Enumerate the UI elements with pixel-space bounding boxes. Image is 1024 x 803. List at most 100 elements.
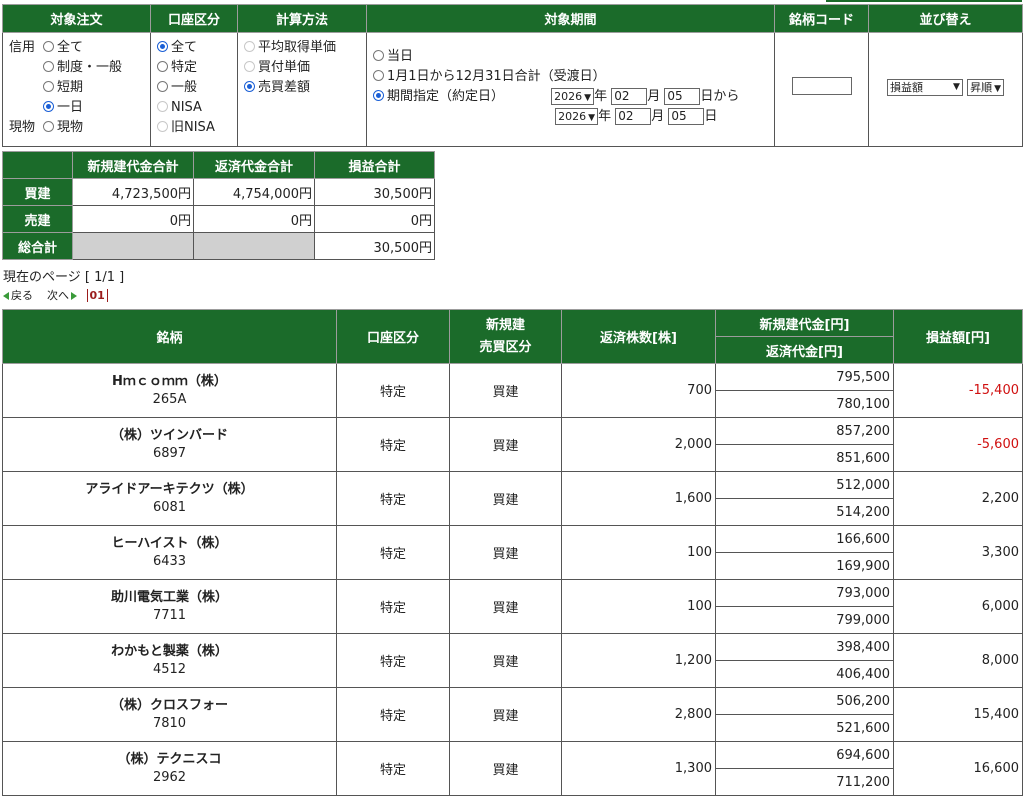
stock-cell: わかもと製薬（株） 4512 <box>2 633 337 688</box>
header-stock-code: 銘柄コード <box>774 4 869 33</box>
stock-code-input[interactable] <box>791 77 852 95</box>
table-row: Hｍｃｏｍｍ（株） 265A 特定 買建 700 795,500 -15,400 <box>2 363 1023 418</box>
close-amount-cell: 169,900 <box>715 552 894 580</box>
qty-cell: 1,300 <box>561 741 716 796</box>
radio-label: 全て <box>57 40 84 55</box>
stock-code: 4512 <box>152 661 187 677</box>
back-arrow-icon[interactable] <box>3 292 9 300</box>
year-unit: 年 <box>594 89 608 104</box>
sort-order-value: 昇順 <box>970 81 993 94</box>
stock-code: 7711 <box>152 607 187 623</box>
results-table: 銘柄 口座区分 新規建 売買区分 返済株数[株] 新規建代金[円] 損益額[円]… <box>2 309 1023 796</box>
radio-icon[interactable] <box>373 50 384 61</box>
account-cell: 特定 <box>336 417 450 472</box>
trade-type-cell: 買建 <box>449 741 562 796</box>
radio-label: 買付単価 <box>258 60 311 75</box>
radio-selected-icon[interactable] <box>157 41 168 52</box>
stock-name: わかもと製薬（株） <box>111 643 228 659</box>
close-amount-cell: 406,400 <box>715 660 894 688</box>
from-year-select[interactable]: 2026 ▼ <box>551 88 595 105</box>
qty-cell: 100 <box>561 525 716 580</box>
qty-cell: 100 <box>561 579 716 634</box>
stock-name: ヒーハイスト（株） <box>111 535 228 551</box>
stock-cell: 助川電気工業（株） 7711 <box>2 579 337 634</box>
genbutsu-label: 現物 <box>9 120 36 135</box>
radio-icon[interactable] <box>43 41 54 52</box>
header-order-target: 対象注文 <box>2 4 151 33</box>
from-suffix: 日から <box>700 89 740 104</box>
qty-cell: 2,800 <box>561 687 716 742</box>
radio-label: 一日 <box>57 100 84 115</box>
radio-icon[interactable] <box>43 121 54 132</box>
table-row: アライドアーキテクツ（株） 6081 特定 買建 1,600 512,000 2,200 <box>2 471 1023 526</box>
sort-order-select[interactable]: 昇順 ▼ <box>967 79 1005 96</box>
stock-cell: （株）テクニスコ 2962 <box>2 741 337 796</box>
open-amount-cell: 694,600 <box>715 741 894 769</box>
radio-selected-icon[interactable] <box>43 101 54 112</box>
results-body: Hｍｃｏｍｍ（株） 265A 特定 買建 700 795,500 -15,400 780,10… <box>2 363 1023 796</box>
radio-label: 全て <box>171 40 198 55</box>
radio-icon[interactable] <box>373 70 384 81</box>
stock-name: Hｍｃｏｍｍ（株） <box>112 373 227 389</box>
close-amount-cell: 514,200 <box>715 498 894 526</box>
close-amount-cell: 851,600 <box>715 444 894 472</box>
radio-label: 当日 <box>387 49 414 64</box>
to-year-select[interactable]: 2026 ▼ <box>555 108 599 125</box>
stock-cell: アライドアーキテクツ（株） 6081 <box>2 471 337 526</box>
stock-code: 6433 <box>152 553 187 569</box>
next-arrow-icon[interactable] <box>71 292 77 300</box>
radio-icon[interactable] <box>43 81 54 92</box>
stock-cell: Hｍｃｏｍｍ（株） 265A <box>2 363 337 418</box>
pl-cell: 16,600 <box>893 741 1023 796</box>
col-header-pl: 損益額[円] <box>893 309 1023 364</box>
col-header-open-amount: 新規建代金[円] <box>715 309 894 337</box>
stock-code: 6081 <box>152 499 187 515</box>
stock-name: （株）クロスフォー <box>110 697 228 713</box>
to-day-input[interactable]: 05 <box>668 108 705 125</box>
stock-cell: ヒーハイスト（株） 6433 <box>2 525 337 580</box>
to-month-input[interactable]: 02 <box>615 108 652 125</box>
radio-label: 平均取得単価 <box>258 40 337 55</box>
radio-label: 期間指定（約定日） <box>387 89 505 104</box>
table-row: （株）テクニスコ 2962 特定 買建 1,300 694,600 16,600 <box>2 741 1023 796</box>
pl-cell: -15,400 <box>893 363 1023 418</box>
col-header-close-amount: 返済代金[円] <box>715 336 894 364</box>
radio-icon[interactable] <box>43 61 54 72</box>
pl-cell: 3,300 <box>893 525 1023 580</box>
radio-label: 1月1日から12月31日合計（受渡日） <box>387 69 606 84</box>
radio-label: 短期 <box>57 80 84 95</box>
radio-label: 制度・一般 <box>57 60 123 75</box>
order-target-cell: 信用 全て 制度・一般 短期 一日 現物 現物 <box>2 32 151 147</box>
page-number-link[interactable]: 01 <box>86 289 108 302</box>
open-amount-cell: 793,000 <box>715 579 894 607</box>
col-header-trade-type: 新規建 売買区分 <box>449 309 562 364</box>
calc-method-cell: 平均取得単価 買付単価 売買差額 <box>237 32 367 147</box>
back-link[interactable]: 戻る <box>11 289 33 302</box>
sort-field-select[interactable]: 損益額 ▼ <box>886 79 963 96</box>
chevron-down-icon: ▼ <box>588 113 596 123</box>
radio-icon[interactable] <box>157 61 168 72</box>
radio-selected-icon[interactable] <box>244 81 255 92</box>
chevron-down-icon: ▼ <box>953 82 960 92</box>
chevron-down-icon: ▼ <box>994 84 1002 94</box>
open-amount-cell: 795,500 <box>715 363 894 391</box>
to-suffix: 日 <box>704 109 718 124</box>
radio-label: 旧NISA <box>171 120 215 135</box>
stock-code: 265A <box>152 391 187 407</box>
qty-cell: 1,600 <box>561 471 716 526</box>
qty-cell: 2,000 <box>561 417 716 472</box>
qty-cell: 700 <box>561 363 716 418</box>
from-day-input[interactable]: 05 <box>664 88 701 105</box>
table-row: 助川電気工業（株） 7711 特定 買建 100 793,000 6,000 <box>2 579 1023 634</box>
radio-selected-icon[interactable] <box>373 90 384 101</box>
next-link[interactable]: 次へ <box>47 289 69 302</box>
pl-cell: 6,000 <box>893 579 1023 634</box>
to-year-value: 2026 <box>558 110 587 123</box>
from-month-input[interactable]: 02 <box>611 88 648 105</box>
summary-table: 新規建代金合計 返済代金合計 損益合計 買建 4,723,500円 4,754,… <box>2 151 435 260</box>
summary-pl-value: 0円 <box>314 205 435 233</box>
pl-cell: 8,000 <box>893 633 1023 688</box>
summary-open-value <box>72 232 194 260</box>
account-cell: 特定 <box>336 525 450 580</box>
radio-icon[interactable] <box>157 81 168 92</box>
